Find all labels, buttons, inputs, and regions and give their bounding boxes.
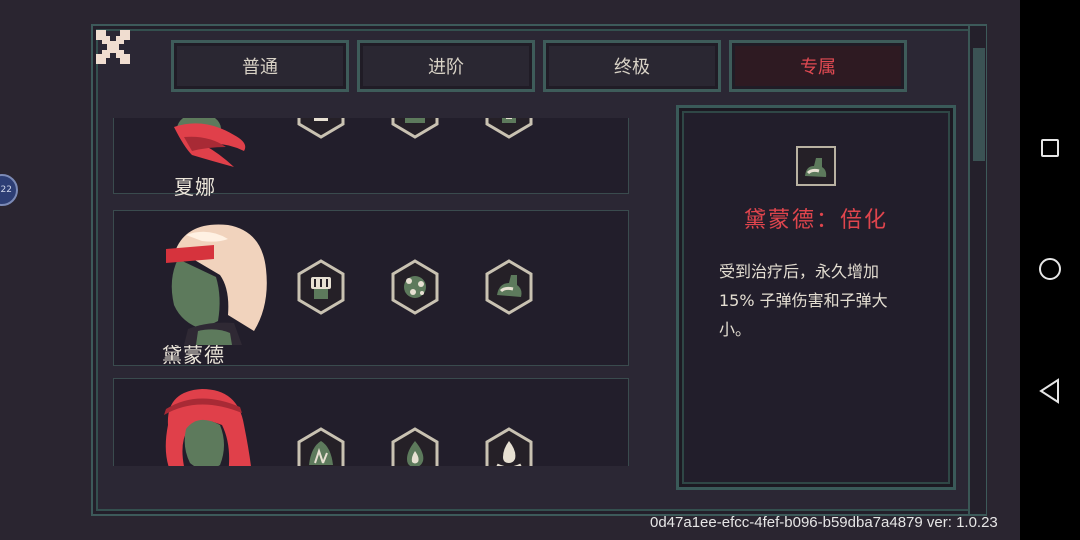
character-row <box>113 378 629 466</box>
cylinder-hex-icon[interactable] <box>485 118 533 139</box>
explosion-hex-icon[interactable] <box>391 259 439 315</box>
water-flame-hex-icon[interactable] <box>485 427 533 466</box>
home-icon[interactable] <box>1039 258 1061 280</box>
detail-desc-line: 受到治疗后，永久增加 <box>719 262 880 281</box>
detail-description: 受到治疗后，永久增加 15% 子弹伤害和子弹大 小。 <box>719 257 924 344</box>
recent-apps-icon[interactable] <box>1041 139 1059 157</box>
character-row: 黛蒙德 <box>113 210 629 367</box>
tab-advanced[interactable]: 进阶 <box>357 40 535 92</box>
character-portrait-icon <box>166 224 267 345</box>
close-icon[interactable] <box>94 28 132 66</box>
side-button-label: 22 <box>0 185 12 195</box>
scrollbar-thumb[interactable] <box>973 48 985 161</box>
system-nav-bar <box>1020 0 1080 540</box>
fist-hex-icon[interactable] <box>297 259 345 315</box>
character-list[interactable]: 夏娜 黛蒙德 <box>113 118 629 466</box>
flex-arm-hex-icon[interactable] <box>485 259 533 315</box>
leaf-hex-icon[interactable] <box>297 427 345 466</box>
lightning-hex-icon[interactable] <box>297 118 345 139</box>
flame-hex-icon[interactable] <box>391 427 439 466</box>
arrow-hex-icon[interactable] <box>391 118 439 139</box>
detail-title: 黛蒙德：倍化 <box>743 208 888 233</box>
back-icon[interactable] <box>1038 378 1062 404</box>
detail-desc-line: 15% 子弹伤害和子弹大 <box>719 291 888 310</box>
tab-normal[interactable]: 普通 <box>171 40 349 92</box>
character-portrait-icon <box>164 389 251 466</box>
detail-desc-line: 小。 <box>719 320 752 339</box>
version-text: 0d47a1ee-efcc-4fef-b096-b59dba7a4879 ver… <box>650 514 998 531</box>
tab-ultimate[interactable]: 终极 <box>543 40 721 92</box>
character-row: 夏娜 <box>113 118 629 199</box>
tab-exclusive[interactable]: 专属 <box>729 40 907 92</box>
floating-side-button[interactable]: 22 <box>0 174 18 206</box>
character-name: 夏娜 <box>174 175 216 199</box>
character-name: 黛蒙德 <box>162 343 225 367</box>
flex-arm-icon <box>796 146 836 186</box>
